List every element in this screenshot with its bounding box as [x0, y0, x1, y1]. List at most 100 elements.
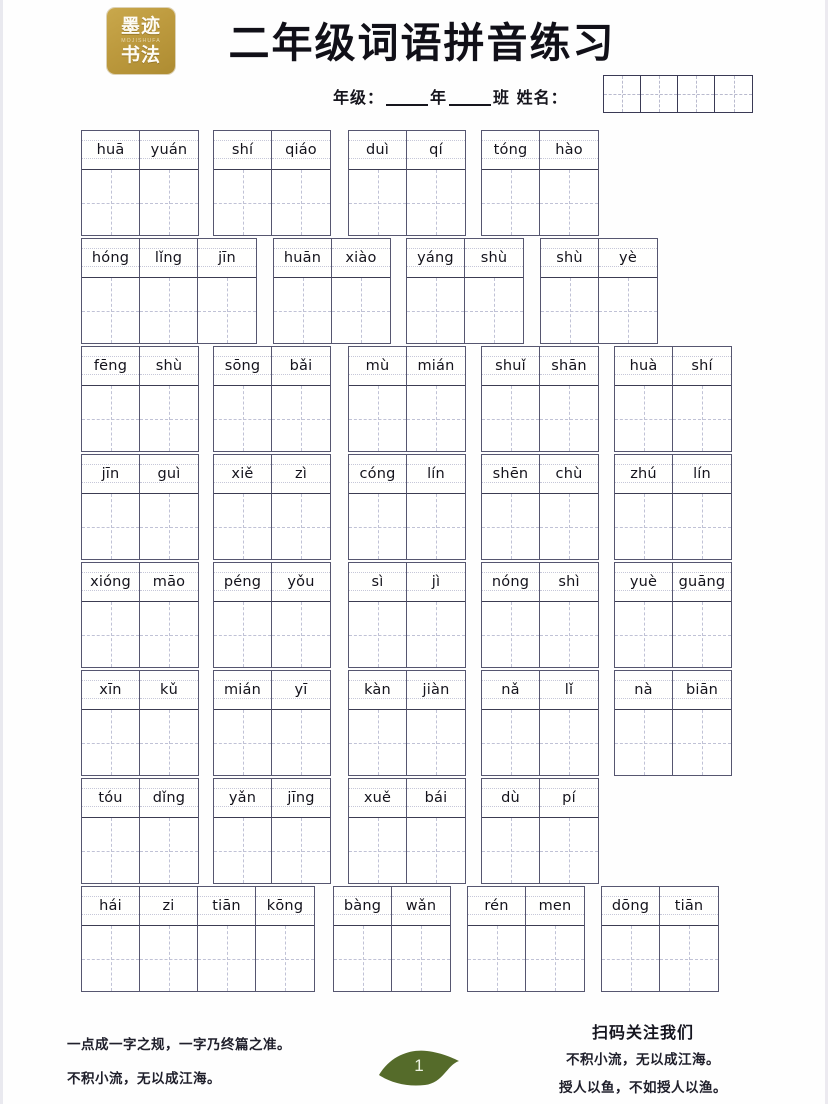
name-cell[interactable]: [678, 76, 715, 112]
tianzige-cell[interactable]: [140, 709, 198, 775]
tianzige-cell[interactable]: [540, 493, 598, 559]
tianzige-cell[interactable]: [540, 601, 598, 667]
tianzige-cell[interactable]: [334, 925, 392, 991]
tianzige-cell[interactable]: [256, 925, 314, 991]
tianzige-cell[interactable]: [140, 169, 198, 235]
pinyin-text: yè: [619, 250, 637, 266]
tianzige-cell[interactable]: [615, 385, 673, 451]
tianzige-cell[interactable]: [272, 817, 330, 883]
pinyin-row: shēn chù: [482, 455, 598, 493]
tianzige-cell[interactable]: [482, 709, 540, 775]
pinyin-text: hóng: [91, 250, 130, 266]
tianzige-cell[interactable]: [526, 925, 584, 991]
tianzige-cell[interactable]: [272, 493, 330, 559]
tianzige-cell[interactable]: [407, 709, 465, 775]
tianzige-cell[interactable]: [140, 817, 198, 883]
tianzige-cell[interactable]: [214, 493, 272, 559]
tianzige-cell[interactable]: [140, 385, 198, 451]
pinyin-guide-line: [140, 248, 197, 250]
pinyin-guide-line: [198, 896, 255, 898]
tianzige-cell[interactable]: [540, 169, 598, 235]
tianzige-cell[interactable]: [407, 601, 465, 667]
tianzige-cell[interactable]: [82, 925, 140, 991]
pinyin-guide-line: [540, 680, 598, 682]
tianzige-cell[interactable]: [615, 709, 673, 775]
tianzige-cell[interactable]: [214, 817, 272, 883]
tianzige-cell[interactable]: [198, 925, 256, 991]
class-blank[interactable]: [449, 104, 492, 106]
meta-year-label: 年: [430, 88, 448, 107]
tianzige-cell[interactable]: [140, 493, 198, 559]
tianzige-cell[interactable]: [392, 925, 450, 991]
word-group: tóng hào: [481, 130, 599, 236]
tianzige-cell[interactable]: [140, 601, 198, 667]
tianzige-cell[interactable]: [541, 277, 599, 343]
tianzige-cell[interactable]: [482, 601, 540, 667]
tianzige-cell[interactable]: [82, 385, 140, 451]
tianzige-cell[interactable]: [407, 277, 465, 343]
tianzige-cell[interactable]: [82, 493, 140, 559]
tianzige-cell[interactable]: [615, 601, 673, 667]
tianzige-cell[interactable]: [332, 277, 390, 343]
tianzige-cell[interactable]: [272, 601, 330, 667]
pinyin-cell: sōng: [214, 347, 272, 385]
tianzige-cell[interactable]: [540, 709, 598, 775]
tianzige-cell[interactable]: [407, 817, 465, 883]
tianzige-cell[interactable]: [349, 601, 407, 667]
tianzige-cell[interactable]: [82, 601, 140, 667]
tianzige-cell[interactable]: [349, 817, 407, 883]
student-name-grid[interactable]: [603, 75, 753, 113]
tianzige-cell[interactable]: [140, 925, 198, 991]
tianzige-cell[interactable]: [482, 169, 540, 235]
tianzige-cell[interactable]: [272, 709, 330, 775]
tianzige-cell[interactable]: [407, 385, 465, 451]
writing-row: [214, 169, 330, 235]
tianzige-cell[interactable]: [468, 925, 526, 991]
pinyin-guide-line: [673, 680, 731, 682]
tianzige-cell[interactable]: [673, 709, 731, 775]
tianzige-cell[interactable]: [82, 709, 140, 775]
tianzige-cell[interactable]: [615, 493, 673, 559]
tianzige-cell[interactable]: [214, 601, 272, 667]
pinyin-text: hào: [555, 142, 583, 158]
name-cell[interactable]: [604, 76, 641, 112]
tianzige-cell[interactable]: [272, 169, 330, 235]
tianzige-cell[interactable]: [82, 817, 140, 883]
tianzige-cell[interactable]: [349, 709, 407, 775]
page-title: 二年级词语拼音练习: [228, 19, 616, 67]
tianzige-cell[interactable]: [349, 385, 407, 451]
word-group: zhú lín: [614, 454, 732, 560]
tianzige-cell[interactable]: [407, 493, 465, 559]
writing-row: [82, 925, 314, 991]
tianzige-cell[interactable]: [599, 277, 657, 343]
tianzige-cell[interactable]: [349, 493, 407, 559]
tianzige-cell[interactable]: [482, 385, 540, 451]
tianzige-cell[interactable]: [602, 925, 660, 991]
tianzige-cell[interactable]: [465, 277, 523, 343]
tianzige-cell[interactable]: [349, 169, 407, 235]
tianzige-cell[interactable]: [274, 277, 332, 343]
pinyin-text: mù: [365, 358, 390, 374]
tianzige-cell[interactable]: [140, 277, 198, 343]
tianzige-cell[interactable]: [198, 277, 256, 343]
tianzige-cell[interactable]: [82, 277, 140, 343]
grade-blank[interactable]: [386, 104, 429, 106]
tianzige-cell[interactable]: [482, 493, 540, 559]
tianzige-cell[interactable]: [272, 385, 330, 451]
writing-row: [615, 601, 731, 667]
tianzige-cell[interactable]: [82, 169, 140, 235]
tianzige-cell[interactable]: [660, 925, 718, 991]
tianzige-cell[interactable]: [214, 709, 272, 775]
tianzige-cell[interactable]: [214, 169, 272, 235]
tianzige-cell[interactable]: [540, 817, 598, 883]
tianzige-cell[interactable]: [673, 493, 731, 559]
tianzige-cell[interactable]: [482, 817, 540, 883]
tianzige-cell[interactable]: [673, 601, 731, 667]
name-cell[interactable]: [641, 76, 678, 112]
footer-right-line-1: 不积小流，无以成江海。: [566, 1052, 720, 1068]
tianzige-cell[interactable]: [540, 385, 598, 451]
tianzige-cell[interactable]: [407, 169, 465, 235]
name-cell[interactable]: [715, 76, 752, 112]
tianzige-cell[interactable]: [673, 385, 731, 451]
tianzige-cell[interactable]: [214, 385, 272, 451]
